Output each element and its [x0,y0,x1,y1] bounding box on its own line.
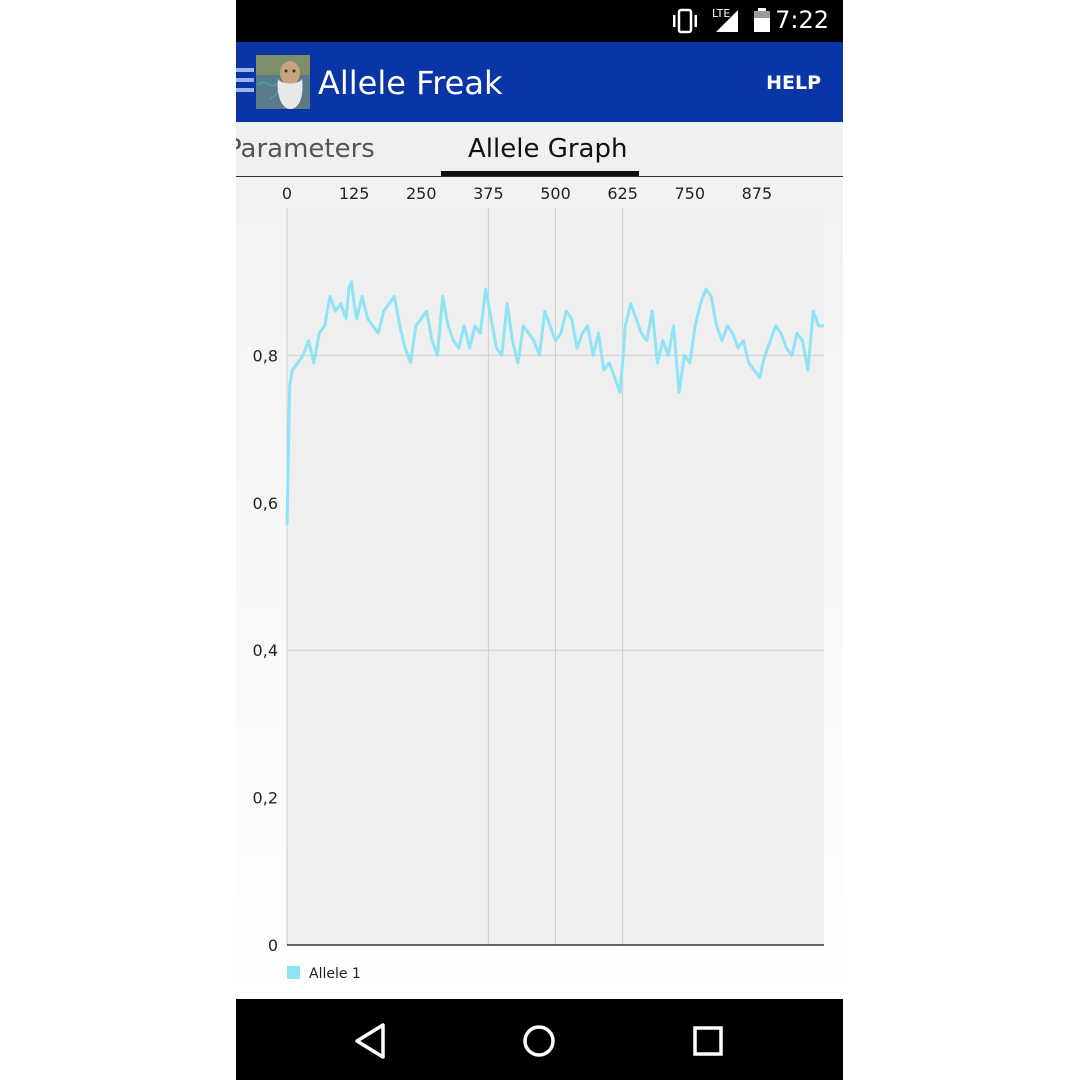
x-tick-label: 0 [282,184,292,203]
chart-legend: Allele 1 [287,966,361,982]
legend-label: Allele 1 [309,966,361,982]
tab-bar: Parameters Allele Graph [236,122,843,177]
recent-apps-icon[interactable] [688,1021,728,1061]
x-tick-label: 500 [540,184,571,203]
y-tick-label: 0,8 [253,346,278,365]
lte-signal-icon [716,10,738,32]
vibrate-icon [673,8,697,34]
y-tick-labels: 0 0,2 0,4 0,6 0,8 [253,346,278,955]
x-tick-label: 625 [607,184,638,203]
help-button[interactable]: HELP [766,72,821,94]
app-title: Allele Freak [318,64,503,102]
y-tick-label: 0,2 [253,789,278,808]
x-tick-label: 125 [339,184,370,203]
hamburger-menu-icon[interactable] [236,68,254,96]
app-bar: Allele Freak HELP [236,42,843,122]
x-tick-labels: 0 125 250 375 500 625 750 875 [282,184,772,203]
y-tick-label: 0,4 [253,641,278,660]
phone-screen: LTE 7:22 Allele Freak HELP Parameters Al… [236,0,843,1080]
chart-area: 0 125 250 375 500 625 750 875 0 0,2 0,4 0,6 0,8 All… [236,177,843,999]
x-tick-label: 375 [473,184,504,203]
y-tick-label: 0,6 [253,494,278,513]
tab-parameters[interactable]: Parameters [236,134,375,164]
tab-allele-graph[interactable]: Allele Graph [468,134,627,164]
app-logo-avatar [256,55,310,109]
x-tick-label: 875 [742,184,773,203]
y-tick-label: 0 [268,936,278,955]
back-icon[interactable] [351,1021,391,1061]
x-tick-label: 750 [674,184,705,203]
x-tick-label: 250 [406,184,437,203]
navigation-bar [236,999,843,1080]
status-time: 7:22 [775,6,829,34]
home-icon[interactable] [519,1021,559,1061]
battery-icon [754,8,770,32]
allele-line-chart: 0 125 250 375 500 625 750 875 0 0,2 0,4 0,6 0,8 All… [253,184,824,982]
active-tab-indicator [441,171,639,176]
legend-swatch [287,966,300,979]
status-bar: LTE 7:22 [236,0,843,42]
